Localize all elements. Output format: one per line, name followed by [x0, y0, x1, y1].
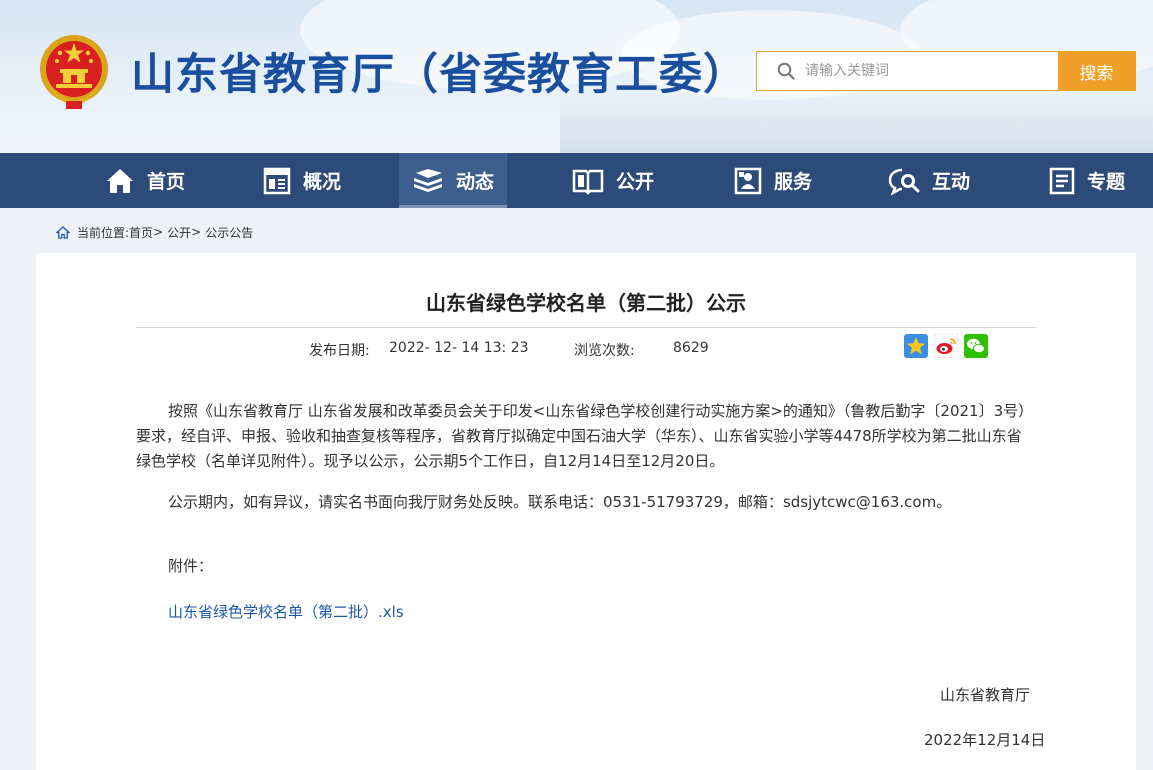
search-icon	[777, 62, 795, 80]
qzone-star-icon[interactable]	[904, 334, 928, 358]
topic-doc-icon	[1049, 167, 1075, 194]
breadcrumb-item-home[interactable]: 首页	[129, 224, 153, 241]
attachment-link[interactable]: 山东省绿色学校名单（第二批）.xls	[168, 601, 404, 622]
nav-item-label: 概况	[302, 171, 341, 193]
breadcrumb: 当前位置: 首页 > 公开 > 公示公告	[56, 223, 253, 241]
breadcrumb-item-announcement[interactable]: 公示公告	[205, 224, 253, 241]
nav-item-service[interactable]: 服务	[718, 153, 828, 208]
views-count: 8629	[673, 340, 709, 356]
service-person-icon	[734, 167, 762, 194]
article-paragraph-2: 公示期内，如有异议，请实名书面向我厅财务处反映。联系电话：0531-517937…	[168, 493, 952, 511]
article-paragraph-1: 按照《山东省教育厅 山东省发展和改革委员会关于印发<山东省绿色学校创建行动实施方…	[136, 402, 1034, 470]
publish-date-value: 2022- 12- 14 13: 23	[389, 340, 529, 356]
nav-item-overview[interactable]: 概况	[247, 153, 357, 208]
publish-date-label: 发布日期:	[309, 343, 370, 359]
open-book-icon	[572, 169, 604, 195]
main-nav: 首页 概况 动态 公开 服务 互动 专题	[0, 153, 1153, 208]
title-divider	[136, 327, 1036, 328]
nav-item-topic[interactable]: 专题	[1032, 153, 1142, 208]
overview-icon	[263, 167, 291, 194]
breadcrumb-prefix: 当前位置:	[77, 225, 130, 240]
breadcrumb-item-open[interactable]: 公开	[167, 224, 191, 241]
search-input-wrap	[757, 52, 1058, 90]
signature-org: 山东省教育厅	[940, 686, 1031, 704]
home-icon	[56, 225, 70, 239]
nav-item-interact[interactable]: 互动	[874, 153, 984, 208]
nav-item-home[interactable]: 首页	[90, 153, 200, 208]
wechat-icon[interactable]	[964, 334, 988, 358]
nav-item-label: 公开	[615, 171, 654, 193]
search-button[interactable]: 搜索	[1058, 52, 1135, 90]
nav-item-label: 服务	[773, 171, 812, 193]
home-icon	[106, 168, 133, 193]
national-emblem-icon	[40, 35, 108, 109]
article-card: 山东省绿色学校名单（第二批）公示 发布日期: 2022- 12- 14 13: …	[36, 253, 1136, 770]
nav-item-label: 首页	[146, 171, 185, 193]
search-input[interactable]	[805, 63, 1035, 79]
signature-date: 2022年12月14日	[924, 731, 1046, 749]
attachment-label: 附件：	[168, 557, 214, 575]
weibo-icon[interactable]	[934, 334, 958, 358]
breadcrumb-separator: >	[153, 225, 164, 239]
search-box: 搜索	[756, 51, 1136, 91]
nav-item-label: 动态	[455, 171, 494, 193]
nav-item-open[interactable]: 公开	[558, 153, 668, 208]
news-stack-icon	[413, 168, 442, 192]
nav-item-label: 专题	[1086, 171, 1125, 193]
views-label: 浏览次数:	[574, 343, 635, 359]
article-title: 山东省绿色学校名单（第二批）公示	[426, 291, 746, 315]
site-header: 山东省教育厅（省委教育工委） 搜索	[0, 0, 1153, 153]
nav-item-news[interactable]: 动态	[399, 153, 507, 208]
site-title: 山东省教育厅（省委教育工委）	[131, 50, 747, 100]
chat-search-icon	[888, 168, 920, 195]
breadcrumb-separator: >	[191, 225, 202, 239]
nav-item-label: 互动	[931, 171, 970, 193]
header-skyline	[560, 93, 1153, 153]
